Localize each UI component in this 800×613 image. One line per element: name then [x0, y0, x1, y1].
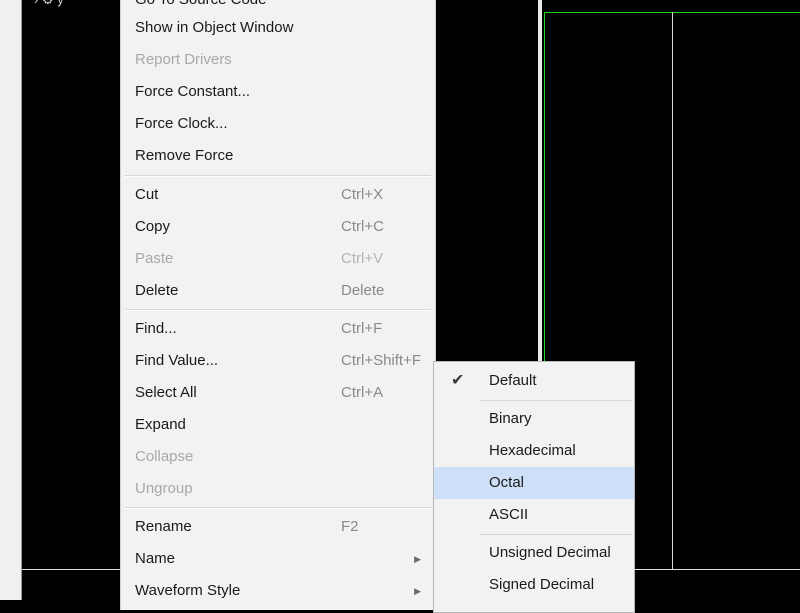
menu-item-name[interactable]: Name ▶ [121, 543, 435, 575]
menu-item-report-drivers[interactable]: Report Drivers [121, 44, 435, 76]
menu-item-rename[interactable]: Rename F2 [121, 511, 435, 543]
submenu-separator [480, 534, 632, 535]
menu-item-select-all[interactable]: Select All Ctrl+A [121, 377, 435, 409]
menu-item-copy[interactable]: Copy Ctrl+C [121, 211, 435, 243]
chevron-right-icon: ▶ [414, 586, 421, 596]
menu-item-show-in-object-window[interactable]: Show in Object Window [121, 12, 435, 44]
submenu-item-hexadecimal[interactable]: Hexadecimal [434, 435, 634, 467]
menu-item-waveform-style[interactable]: Waveform Style ▶ [121, 575, 435, 607]
menu-item-cut[interactable]: Cut Ctrl+X [121, 179, 435, 211]
menu-separator-highlight [125, 176, 431, 177]
menu-item-collapse[interactable]: Collapse [121, 441, 435, 473]
gear-icon: ⚙ [42, 0, 54, 8]
check-icon: ✔ [451, 372, 465, 389]
submenu-item-ascii[interactable]: ASCII [434, 499, 634, 531]
menu-item-find-value[interactable]: Find Value... Ctrl+Shift+F [121, 345, 435, 377]
signal-name-label: › ⚙ y [34, 0, 64, 8]
submenu-item-signed-decimal[interactable]: Signed Decimal [434, 569, 634, 601]
menu-item-remove-force[interactable]: Remove Force [121, 140, 435, 172]
cursor-line [672, 12, 673, 569]
menu-item-paste[interactable]: Paste Ctrl+V [121, 243, 435, 275]
menu-item-delete[interactable]: Delete Delete [121, 275, 435, 307]
menu-item-force-constant[interactable]: Force Constant... [121, 76, 435, 108]
radix-submenu: ✔ Default Binary Hexadecimal Octal ASCII… [433, 361, 635, 613]
menu-item-find[interactable]: Find... Ctrl+F [121, 313, 435, 345]
submenu-separator [480, 400, 632, 401]
submenu-item-unsigned-decimal[interactable]: Unsigned Decimal [434, 537, 634, 569]
submenu-item-octal[interactable]: Octal [434, 467, 634, 499]
menu-item-expand[interactable]: Expand [121, 409, 435, 441]
menu-separator-highlight [125, 310, 431, 311]
expand-chevron-icon: › [34, 0, 38, 7]
menu-item-force-clock[interactable]: Force Clock... [121, 108, 435, 140]
chevron-right-icon: ▶ [414, 554, 421, 564]
left-panel-strip [0, 0, 22, 600]
menu-item-ungroup[interactable]: Ungroup [121, 473, 435, 505]
submenu-item-binary[interactable]: Binary [434, 403, 634, 435]
menu-separator-highlight [125, 508, 431, 509]
context-menu: Go To Source Code Show in Object Window … [120, 0, 436, 610]
submenu-item-default[interactable]: ✔ Default [434, 365, 634, 397]
